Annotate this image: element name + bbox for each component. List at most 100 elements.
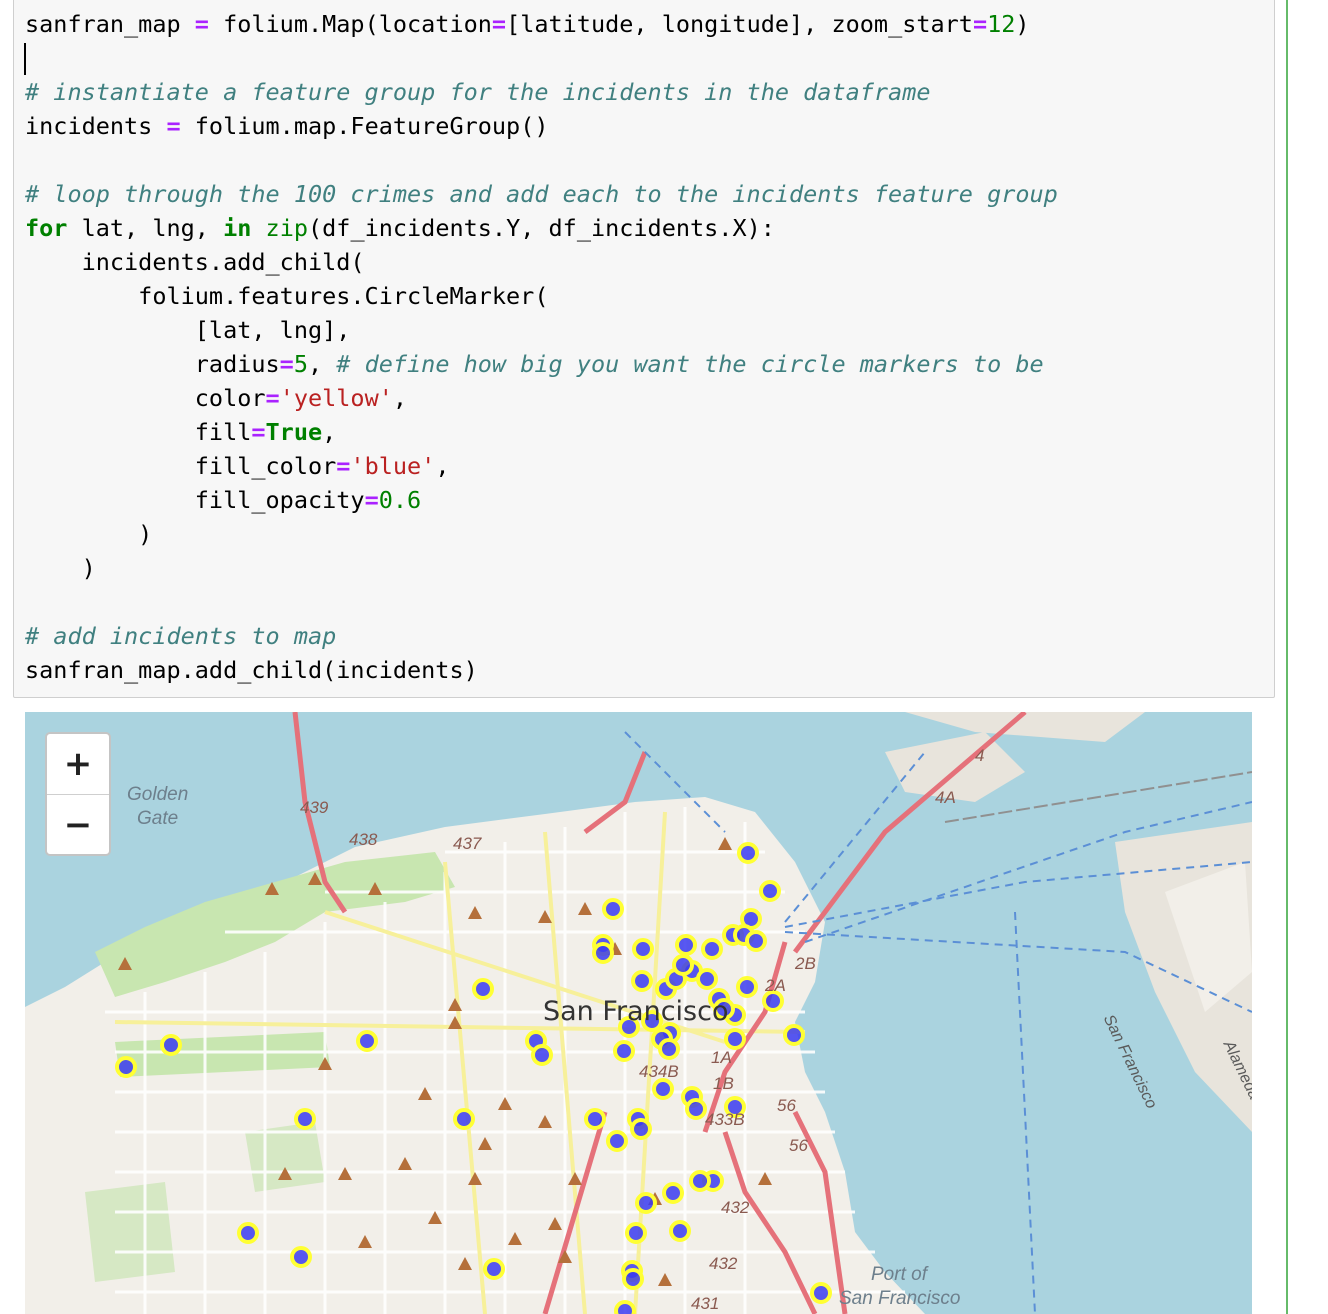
code-token: folium.Map(location <box>208 10 492 38</box>
highway-1b-label: 1B <box>713 1074 734 1093</box>
code-token: incidents.add_child( <box>25 248 365 276</box>
highway-434b-label: 434B <box>639 1062 679 1081</box>
zoom-out-button[interactable]: − <box>47 795 109 855</box>
incident-marker[interactable] <box>675 934 697 956</box>
incident-marker[interactable] <box>689 1170 711 1192</box>
highway-2b-label: 2B <box>795 954 816 973</box>
code-token: = <box>194 10 209 38</box>
incident-marker[interactable] <box>759 880 781 902</box>
gate-label: Gate <box>137 808 179 829</box>
code-comment: # add incidents to map <box>25 622 337 650</box>
code-token: 5 <box>293 350 308 378</box>
incident-marker[interactable] <box>584 1108 606 1130</box>
incident-marker[interactable] <box>635 1192 657 1214</box>
code-token: folium.map.FeatureGroup() <box>180 112 549 140</box>
code-token: (df_incidents.Y, df_incidents.X): <box>308 214 775 242</box>
code-token: = <box>972 10 988 38</box>
code-token: [lat, lng], <box>25 316 351 344</box>
incident-marker[interactable] <box>613 1040 635 1062</box>
code-token: ) <box>25 554 96 582</box>
zoom-control: + − <box>45 732 111 856</box>
code-token: = <box>364 486 379 514</box>
code-line: sanfran_map.add_child(incidents) <box>25 656 478 684</box>
incident-marker[interactable] <box>783 1024 805 1046</box>
code-line: fill_color='blue', <box>25 452 450 480</box>
code-token: = <box>166 112 181 140</box>
incident-marker[interactable] <box>631 970 653 992</box>
incident-marker[interactable] <box>632 938 654 960</box>
code-line: ) <box>25 520 152 548</box>
code-token: sanfran_map <box>25 10 195 38</box>
incident-marker[interactable] <box>701 938 723 960</box>
highway-4a-label: 4A <box>935 788 956 807</box>
code-token: , <box>392 384 408 412</box>
code-editor[interactable]: sanfran_map = folium.Map(location=[latit… <box>25 7 1058 687</box>
code-token: fill_color <box>25 452 337 480</box>
incident-marker[interactable] <box>662 1182 684 1204</box>
incident-marker[interactable] <box>724 1028 746 1050</box>
incident-marker[interactable] <box>160 1034 182 1056</box>
incident-marker[interactable] <box>483 1258 505 1280</box>
code-token: 'blue' <box>350 452 436 480</box>
code-line: # instantiate a feature group for the in… <box>25 78 930 106</box>
code-token: 0.6 <box>378 486 422 514</box>
incident-marker[interactable] <box>630 1118 652 1140</box>
incident-marker[interactable] <box>685 1098 707 1120</box>
incident-marker[interactable] <box>614 1300 636 1314</box>
folium-map[interactable]: Golden Gate 439 438 437 4 4A 2B 2A San F… <box>25 712 1252 1314</box>
code-line: fill=True, <box>25 418 337 446</box>
zoom-in-button[interactable]: + <box>47 734 109 795</box>
code-token: lat, lng, <box>67 214 224 242</box>
incident-marker[interactable] <box>622 1268 644 1290</box>
code-token: = <box>279 350 294 378</box>
incident-marker[interactable] <box>737 842 759 864</box>
code-token: ) <box>25 520 153 548</box>
code-line: sanfran_map = folium.Map(location=[latit… <box>25 10 1030 38</box>
code-token: ) <box>1015 10 1030 38</box>
incident-marker[interactable] <box>115 1056 137 1078</box>
code-line: incidents = folium.map.FeatureGroup() <box>25 112 549 140</box>
incident-marker[interactable] <box>453 1108 475 1130</box>
code-line: folium.features.CircleMarker( <box>25 282 548 310</box>
code-token: sanfran_map.add_child(incidents) <box>25 656 478 684</box>
code-line: # add incidents to map <box>25 622 336 650</box>
incident-marker[interactable] <box>658 1038 680 1060</box>
incident-marker[interactable] <box>696 968 718 990</box>
cell-selection-border <box>1286 0 1288 1314</box>
code-line: for lat, lng, in zip(df_incidents.Y, df_… <box>25 214 775 242</box>
incident-marker[interactable] <box>736 976 758 998</box>
highway-437-label: 437 <box>453 834 482 853</box>
code-token: for <box>25 214 68 242</box>
code-token: folium.features.CircleMarker( <box>25 282 549 310</box>
highway-439-label: 439 <box>300 798 329 817</box>
code-token: = <box>251 418 266 446</box>
incident-marker[interactable] <box>356 1030 378 1052</box>
incident-marker[interactable] <box>472 978 494 1000</box>
incident-marker[interactable] <box>290 1246 312 1268</box>
incident-marker[interactable] <box>672 954 694 976</box>
incident-marker[interactable] <box>294 1108 316 1130</box>
code-token: fill <box>25 418 252 446</box>
incident-marker[interactable] <box>669 1220 691 1242</box>
incident-marker[interactable] <box>237 1222 259 1244</box>
code-token: = <box>491 10 507 38</box>
incident-marker[interactable] <box>745 930 767 952</box>
highway-56-label-a: 56 <box>777 1096 796 1115</box>
incident-marker[interactable] <box>810 1282 832 1304</box>
code-cell[interactable]: sanfran_map = folium.Map(location=[latit… <box>13 0 1275 698</box>
incident-marker[interactable] <box>606 1130 628 1152</box>
incident-marker[interactable] <box>625 1222 647 1244</box>
incident-marker[interactable] <box>592 942 614 964</box>
code-token: , <box>322 418 337 446</box>
incident-marker[interactable] <box>531 1044 553 1066</box>
highway-4-label: 4 <box>975 746 985 765</box>
code-token: in <box>223 214 252 242</box>
port-of-label: Port of <box>871 1264 927 1285</box>
incident-marker[interactable] <box>602 898 624 920</box>
code-comment: # define how big you want the circle mar… <box>336 350 1044 378</box>
incident-marker[interactable] <box>652 1078 674 1100</box>
code-token: 12 <box>987 10 1016 38</box>
code-token: radius <box>25 350 280 378</box>
text-cursor <box>24 43 26 75</box>
